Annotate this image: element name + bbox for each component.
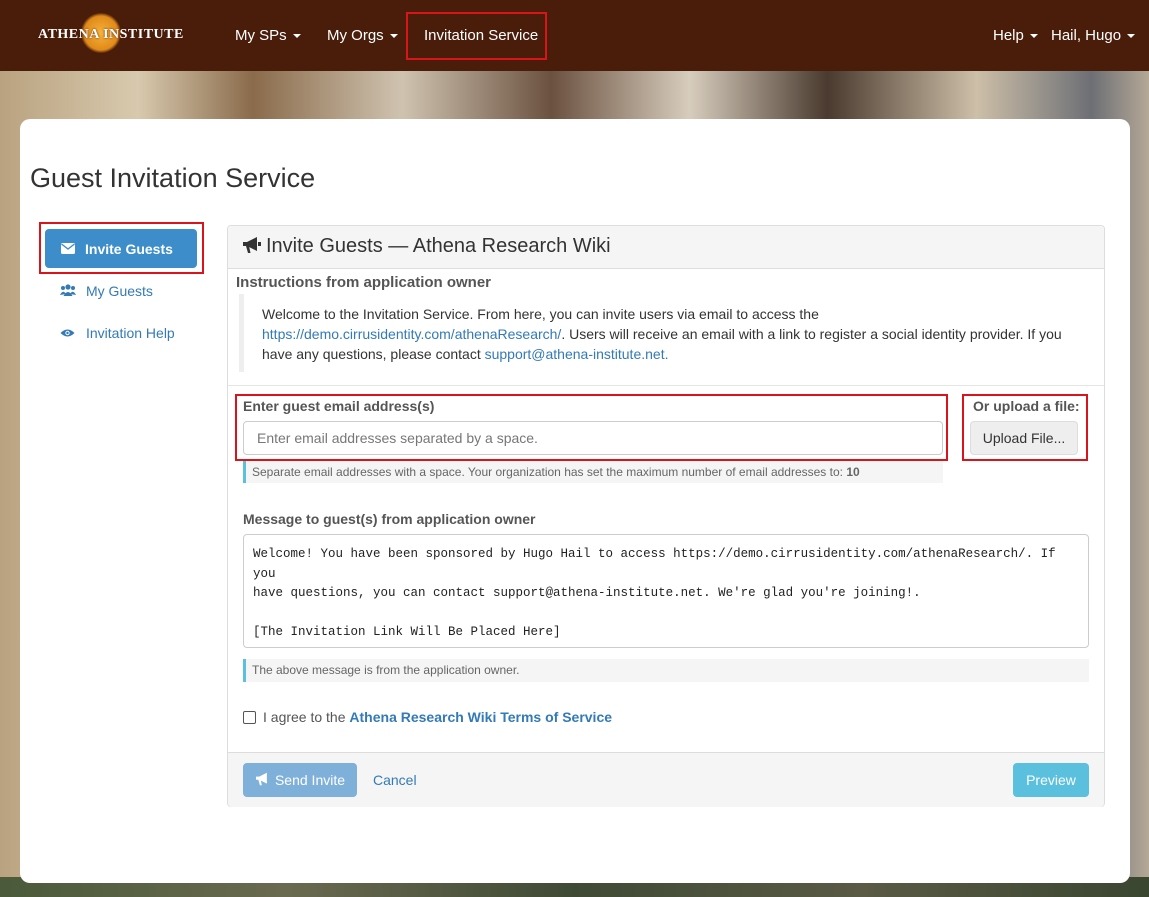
top-navbar: Athena Institute My SPs My Orgs Invitati… (0, 0, 1149, 71)
caret-down-icon (1029, 34, 1038, 39)
panel-footer (228, 752, 1104, 807)
sidebar-item-label: Invitation Help (86, 325, 175, 341)
nav-my-sps[interactable]: My SPs (235, 0, 301, 71)
page-title: Guest Invitation Service (30, 163, 316, 193)
sidebar-item-my-guests[interactable]: My Guests (60, 283, 153, 299)
megaphone-icon (255, 772, 271, 789)
highlight-box (406, 12, 547, 60)
highlight-box (962, 394, 1088, 461)
nav-user-menu[interactable]: Hail, Hugo (1051, 0, 1136, 71)
preview-button[interactable]: Preview (1013, 763, 1089, 797)
highlight-box (39, 222, 204, 274)
caret-down-icon (389, 34, 398, 39)
panel-title: Invite Guests — Athena Research Wiki (242, 235, 611, 260)
caret-down-icon (292, 34, 301, 39)
panel-header: Invite Guests — Athena Research Wiki (228, 226, 1104, 269)
terms-checkbox[interactable] (243, 711, 256, 724)
terms-label: I agree to the Athena Research Wiki Term… (263, 709, 613, 725)
users-icon (60, 283, 76, 299)
app-url-link[interactable]: https://demo.cirrusidentity.com/athenaRe… (262, 326, 561, 342)
divider (228, 385, 1104, 386)
eye-icon (60, 325, 76, 341)
instructions-title: Instructions from application owner (236, 274, 492, 291)
message-label: Message to guest(s) from application own… (243, 511, 536, 527)
megaphone-icon (242, 236, 262, 260)
send-invite-button[interactable]: Send Invite (243, 763, 357, 797)
terms-link[interactable]: Athena Research Wiki Terms of Service (349, 709, 612, 725)
nav-help[interactable]: Help (993, 0, 1038, 71)
email-help-text: Separate email addresses with a space. Y… (243, 461, 943, 483)
message-textarea[interactable]: Welcome! You have been sponsored by Hugo… (243, 534, 1089, 648)
logo-text: Athena Institute (38, 27, 184, 42)
caret-down-icon (1127, 34, 1136, 39)
sidebar-item-invitation-help[interactable]: Invitation Help (60, 325, 175, 341)
message-help-text: The above message is from the applicatio… (243, 659, 1089, 682)
cancel-button[interactable]: Cancel (373, 772, 417, 788)
instructions-text: Welcome to the Invitation Service. From … (239, 294, 1089, 372)
nav-my-orgs[interactable]: My Orgs (327, 0, 398, 71)
sidebar-item-label: My Guests (86, 283, 153, 299)
highlight-box (235, 394, 948, 461)
athena-logo[interactable]: Athena Institute (38, 13, 184, 53)
support-email-link[interactable]: support@athena-institute.net. (485, 346, 669, 362)
